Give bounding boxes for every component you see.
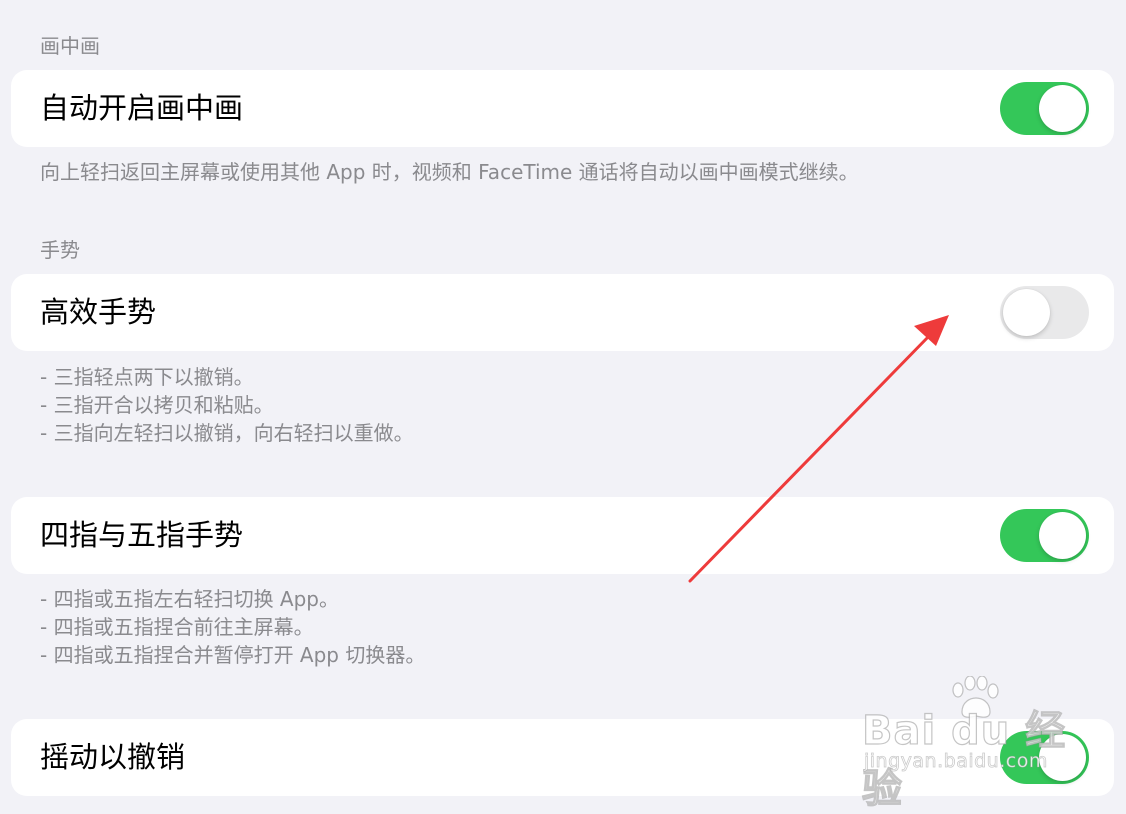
toggle-knob <box>1039 512 1086 559</box>
shake-to-undo-toggle[interactable] <box>1000 731 1089 784</box>
efficient-gestures-row[interactable]: 高效手势 <box>11 274 1114 351</box>
footer-line: - 四指或五指左右轻扫切换 App。 <box>40 587 340 611</box>
four-five-finger-footer: - 四指或五指左右轻扫切换 App。 - 四指或五指捏合前往主屏幕。 - 四指或… <box>40 585 425 669</box>
efficient-gestures-label: 高效手势 <box>40 295 157 329</box>
section-header-pip: 画中画 <box>40 34 100 58</box>
shake-to-undo-row[interactable]: 摇动以撤销 <box>11 719 1114 796</box>
footer-line: - 三指开合以拷贝和粘贴。 <box>40 393 274 417</box>
auto-pip-row[interactable]: 自动开启画中画 <box>11 70 1114 147</box>
footer-line: - 四指或五指捏合并暂停打开 App 切换器。 <box>40 643 426 667</box>
paw-icon <box>952 676 999 718</box>
footer-line: - 三指轻点两下以撤销。 <box>40 365 254 389</box>
section-header-gestures: 手势 <box>40 238 80 262</box>
toggle-knob <box>1039 85 1086 132</box>
efficient-gestures-footer: - 三指轻点两下以撤销。 - 三指开合以拷贝和粘贴。 - 三指向左轻扫以撤销，向… <box>40 363 414 447</box>
four-five-finger-toggle[interactable] <box>1000 509 1089 562</box>
four-five-finger-label: 四指与五指手势 <box>40 518 244 552</box>
toggle-knob <box>1039 734 1086 781</box>
toggle-knob <box>1003 289 1050 336</box>
four-five-finger-row[interactable]: 四指与五指手势 <box>11 497 1114 574</box>
shake-to-undo-label: 摇动以撤销 <box>40 740 186 774</box>
footer-line: - 三指向左轻扫以撤销，向右轻扫以重做。 <box>40 421 414 445</box>
auto-pip-toggle[interactable] <box>1000 82 1089 135</box>
auto-pip-label: 自动开启画中画 <box>40 91 244 125</box>
footer-line: - 四指或五指捏合前往主屏幕。 <box>40 615 314 639</box>
efficient-gestures-toggle[interactable] <box>1000 286 1089 339</box>
pip-footer: 向上轻扫返回主屏幕或使用其他 App 时，视频和 FaceTime 通话将自动以… <box>40 160 859 184</box>
